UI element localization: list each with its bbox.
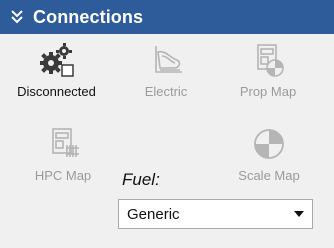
hpc-map-label: HPC Map <box>34 168 92 183</box>
panel-header[interactable]: Connections <box>0 0 334 34</box>
fuel-label: Fuel: <box>122 170 160 189</box>
electric-button[interactable]: Electric <box>132 40 200 99</box>
prop-map-label: Prop Map <box>239 84 297 99</box>
fuel-select-value: Generic <box>127 205 180 223</box>
scale-map-label: Scale Map <box>238 168 300 183</box>
scale-map-button[interactable]: Scale Map <box>224 124 314 183</box>
double-chevron-down-icon[interactable] <box>11 10 23 24</box>
electric-label: Electric <box>144 84 188 99</box>
scale-map-icon <box>254 129 284 159</box>
chevron-down-icon <box>294 211 304 217</box>
disconnected-button[interactable]: Disconnected <box>0 40 113 99</box>
disconnected-label: Disconnected <box>17 84 96 99</box>
prop-map-icon <box>257 44 284 77</box>
electric-icon <box>155 46 182 73</box>
hpc-map-button[interactable]: HPC Map <box>27 124 99 183</box>
hpc-map-icon <box>52 128 79 157</box>
prop-map-button[interactable]: Prop Map <box>226 40 310 99</box>
gears-disconnected-icon <box>39 43 74 77</box>
panel-title: Connections <box>33 6 144 27</box>
fuel-select[interactable]: Generic <box>118 199 313 229</box>
